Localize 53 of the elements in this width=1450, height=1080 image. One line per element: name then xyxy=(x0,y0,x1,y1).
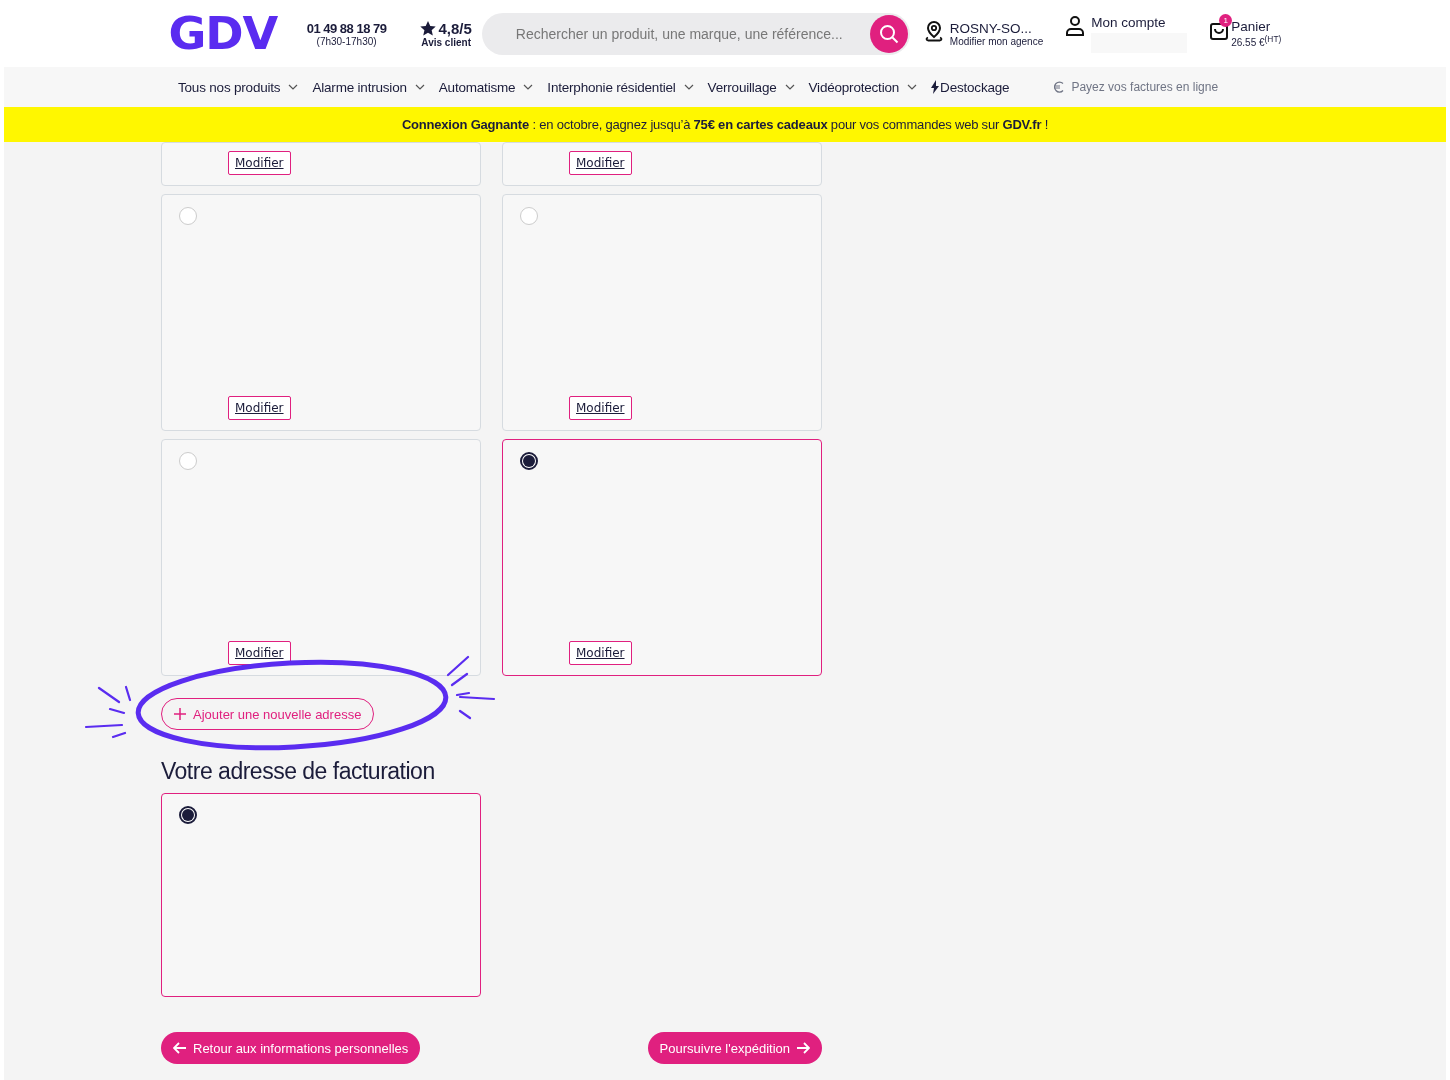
agency-name[interactable]: ROSNY-SO... xyxy=(949,20,1044,36)
arrow-right-icon xyxy=(796,1042,810,1054)
chevron-down-icon xyxy=(683,84,694,90)
nav-menu-item[interactable]: Tous nos produits xyxy=(178,79,299,95)
star-icon xyxy=(420,20,437,36)
agency-link[interactable]: Modifier mon agence xyxy=(949,35,1044,47)
chevron-down-icon xyxy=(907,84,918,90)
radio-button[interactable] xyxy=(520,452,538,470)
nav-menu-item[interactable]: Interphonie résidentiel xyxy=(547,79,694,95)
modify-button[interactable]: Modifier xyxy=(569,151,632,175)
chevron-down-icon xyxy=(414,84,425,90)
nav-menu-item[interactable]: Automatisme xyxy=(438,79,534,95)
account-link[interactable]: Mon compte xyxy=(1091,14,1188,30)
arrow-left-icon xyxy=(173,1042,187,1054)
modify-button[interactable]: Modifier xyxy=(228,396,291,420)
nav-menu-item[interactable]: Vidéoprotection xyxy=(808,79,918,95)
modify-button[interactable]: Modifier xyxy=(228,641,291,665)
address-card[interactable]: Modifier xyxy=(161,194,481,431)
user-icon xyxy=(1065,14,1086,37)
plus-icon xyxy=(174,708,186,720)
modify-button[interactable]: Modifier xyxy=(228,151,291,175)
search-icon xyxy=(878,23,899,44)
modify-button[interactable]: Modifier xyxy=(569,396,632,420)
rating-label: Avis client xyxy=(421,36,471,48)
nav-menu-item[interactable]: Verrouillage xyxy=(707,79,795,95)
logo[interactable]: GDV xyxy=(168,11,278,56)
lightning-icon xyxy=(931,80,940,94)
back-button[interactable]: Retour aux informations personnelles xyxy=(161,1032,421,1064)
modify-button[interactable]: Modifier xyxy=(569,641,632,665)
rating-score: 4,8/5 xyxy=(438,19,472,37)
cart-link[interactable]: Panier xyxy=(1231,18,1282,34)
radio-button[interactable] xyxy=(179,806,197,824)
euro-icon xyxy=(1053,81,1066,93)
promo-text: Connexion Gagnante : en octobre, gagnez jusqu’à 75€ en cartes cadeaux pour vos commandes web sur GDV.fr ! xyxy=(401,117,1049,132)
address-card[interactable]: Modifier xyxy=(502,439,822,676)
address-card[interactable]: Modifier xyxy=(161,439,481,676)
address-card[interactable]: Modifier xyxy=(161,142,481,186)
address-card[interactable]: Modifier xyxy=(502,194,822,431)
cart-count-badge: 1 xyxy=(1219,13,1233,27)
phone-number: 01 49 88 18 79 xyxy=(306,20,387,36)
chevron-down-icon xyxy=(784,84,795,90)
chevron-down-icon xyxy=(288,84,299,90)
location-pin-icon xyxy=(923,20,944,43)
section-title: Votre adresse de facturation xyxy=(161,758,436,785)
address-card[interactable]: Modifier xyxy=(502,142,822,186)
pay-invoices-link[interactable]: Payez vos factures en ligne xyxy=(1071,80,1219,94)
search-field[interactable]: Rechercher un produit, une marque, une référence... xyxy=(481,12,910,55)
continue-button[interactable]: Poursuivre l'expédition xyxy=(647,1032,822,1064)
nav-menu-item[interactable]: Destockage xyxy=(931,79,1010,95)
chevron-down-icon xyxy=(523,84,534,90)
nav-menu-item[interactable]: Alarme intrusion xyxy=(312,79,425,95)
cart-total: 26.55 €$^{(HT)}$ xyxy=(1231,33,1282,49)
opening-hours: (7h30-17h30) xyxy=(316,35,377,47)
